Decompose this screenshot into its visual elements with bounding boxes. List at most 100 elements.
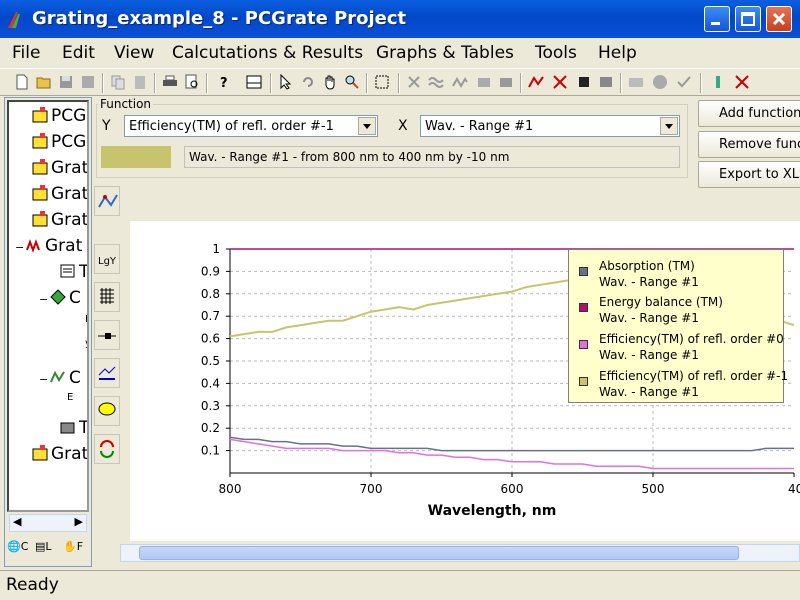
dropdown-arrow-icon[interactable] [358,117,376,135]
grid-button[interactable] [94,282,120,312]
export-icon[interactable] [598,74,614,90]
tree-item[interactable]: Grat [31,158,87,182]
scroll-left-icon[interactable]: ◀ [13,515,21,528]
project-tree[interactable]: PCG PCG Grat Grat Grat −Grat T −C E y −C… [7,100,89,512]
tree-item[interactable]: PCG [31,106,86,130]
chart-horizontal-scrollbar[interactable] [120,544,800,562]
grating-profile-icon[interactable] [452,74,468,90]
check-icon[interactable] [676,74,692,90]
marker-button[interactable] [94,320,120,350]
axis-button[interactable] [94,358,120,388]
tree-item[interactable]: Grat [31,444,87,468]
layers-icon[interactable] [476,74,492,90]
pcg-folder-icon [32,133,48,149]
tree-item[interactable]: Grat [31,184,87,208]
tree-item[interactable]: y [85,338,87,362]
curve-node-icon [50,370,65,383]
y-tick-label: 0.8 [201,287,220,301]
help-icon[interactable]: ? [216,74,232,90]
stop-icon[interactable] [652,74,668,90]
remove-function-button[interactable]: Remove funct [698,131,800,158]
menu-view[interactable]: View [114,43,154,63]
legend-label: Efficiency(TM) of refl. order #0 [599,332,784,346]
series-color-swatch[interactable] [101,146,171,168]
grating-stack-icon[interactable] [498,74,514,90]
toolbar-separator [398,73,400,93]
delete-icon[interactable] [406,74,422,90]
tree-collapse-icon[interactable]: − [39,373,49,386]
new-file-icon[interactable] [14,74,30,90]
comment-bubble-icon [98,402,116,416]
export-xls-button[interactable]: Export to XLS [698,161,800,188]
comment-button[interactable] [94,396,120,426]
x-function-select[interactable]: Wav. - Range #1 [420,115,680,137]
scrollbar-thumb[interactable] [139,546,739,560]
range-info: Wav. - Range #1 - from 800 nm to 400 nm … [184,146,680,168]
open-folder-icon[interactable] [36,74,52,90]
menu-calculations[interactable]: Calcutations & Results [172,43,363,63]
tree-item-label: E [85,314,87,325]
menu-edit[interactable]: Edit [62,43,95,63]
tree-item[interactable]: E [67,392,73,416]
minimize-icon [711,22,720,25]
scroll-right-icon[interactable]: ▶ [75,515,83,528]
tree-item[interactable]: − Grat [15,236,82,260]
x-tick-label: 700 [360,482,383,496]
close-button[interactable] [766,6,792,32]
maximize-button[interactable] [735,6,761,32]
table-node-icon [60,422,75,434]
add-function-button[interactable]: Add function [698,100,800,127]
menu-help[interactable]: Help [598,43,637,63]
chart-legend: Absorption (TM) Wav. - Range #1 Energy ba… [568,249,788,403]
graph-wizard-button[interactable] [94,186,120,216]
tree-horizontal-scrollbar[interactable]: ◀ ▶ [9,514,87,532]
tree-item[interactable]: T [59,262,87,286]
minimize-button[interactable] [704,6,730,32]
main-toolbar: ? [0,68,800,96]
tab-l[interactable]: ▤L [35,540,52,553]
wave-icon[interactable] [428,74,444,90]
toolbar-separator [366,73,368,93]
paste-icon[interactable] [132,74,148,90]
rotate-icon[interactable] [300,74,316,90]
tree-item[interactable]: PCG [31,132,86,156]
tree-item[interactable]: T [59,418,87,442]
print-preview-icon[interactable] [184,74,200,90]
refresh-button[interactable] [94,434,120,464]
copy-icon[interactable] [110,74,126,90]
table-icon[interactable] [628,74,644,90]
save-icon[interactable] [58,74,74,90]
calc-stop-icon[interactable] [552,74,568,90]
menu-file[interactable]: File [12,43,40,63]
toolbar-separator [154,73,156,93]
save-all-icon[interactable] [80,74,96,90]
pcg-folder-icon [32,107,48,123]
tree-item-label: C [69,368,81,388]
tree-item[interactable]: − C [39,288,81,312]
tree-collapse-icon[interactable]: − [39,293,49,306]
fit-icon[interactable] [374,74,390,90]
tab-f[interactable]: ✋F [63,540,83,553]
menu-tools[interactable]: Tools [535,43,577,63]
pan-hand-icon[interactable] [322,74,338,90]
window-layout-icon[interactable] [246,74,262,90]
clear-results-icon[interactable] [734,74,750,90]
menu-graphs-tables[interactable]: Graphs & Tables [376,43,514,63]
pointer-icon[interactable] [278,74,294,90]
tree-item[interactable]: Grat [31,210,87,234]
calc-lines-icon[interactable] [528,74,544,90]
print-icon[interactable] [162,74,178,90]
dropdown-arrow-icon[interactable] [660,117,678,135]
tree-collapse-icon[interactable]: − [15,241,25,254]
tab-c[interactable]: 🌐C [7,540,28,553]
y-function-select[interactable]: Efficiency(TM) of refl. order #-1 [124,115,378,137]
tree-item[interactable]: − C [39,368,81,392]
info-icon[interactable] [710,74,726,90]
log-scale-button[interactable]: LgY [94,244,120,274]
grating-folder-icon [32,185,48,201]
grating-folder-icon [32,211,48,227]
y-tick-label: 0.6 [201,332,220,346]
save-results-icon[interactable] [576,74,592,90]
tree-item[interactable]: E [85,314,87,338]
zoom-icon[interactable] [344,74,360,90]
